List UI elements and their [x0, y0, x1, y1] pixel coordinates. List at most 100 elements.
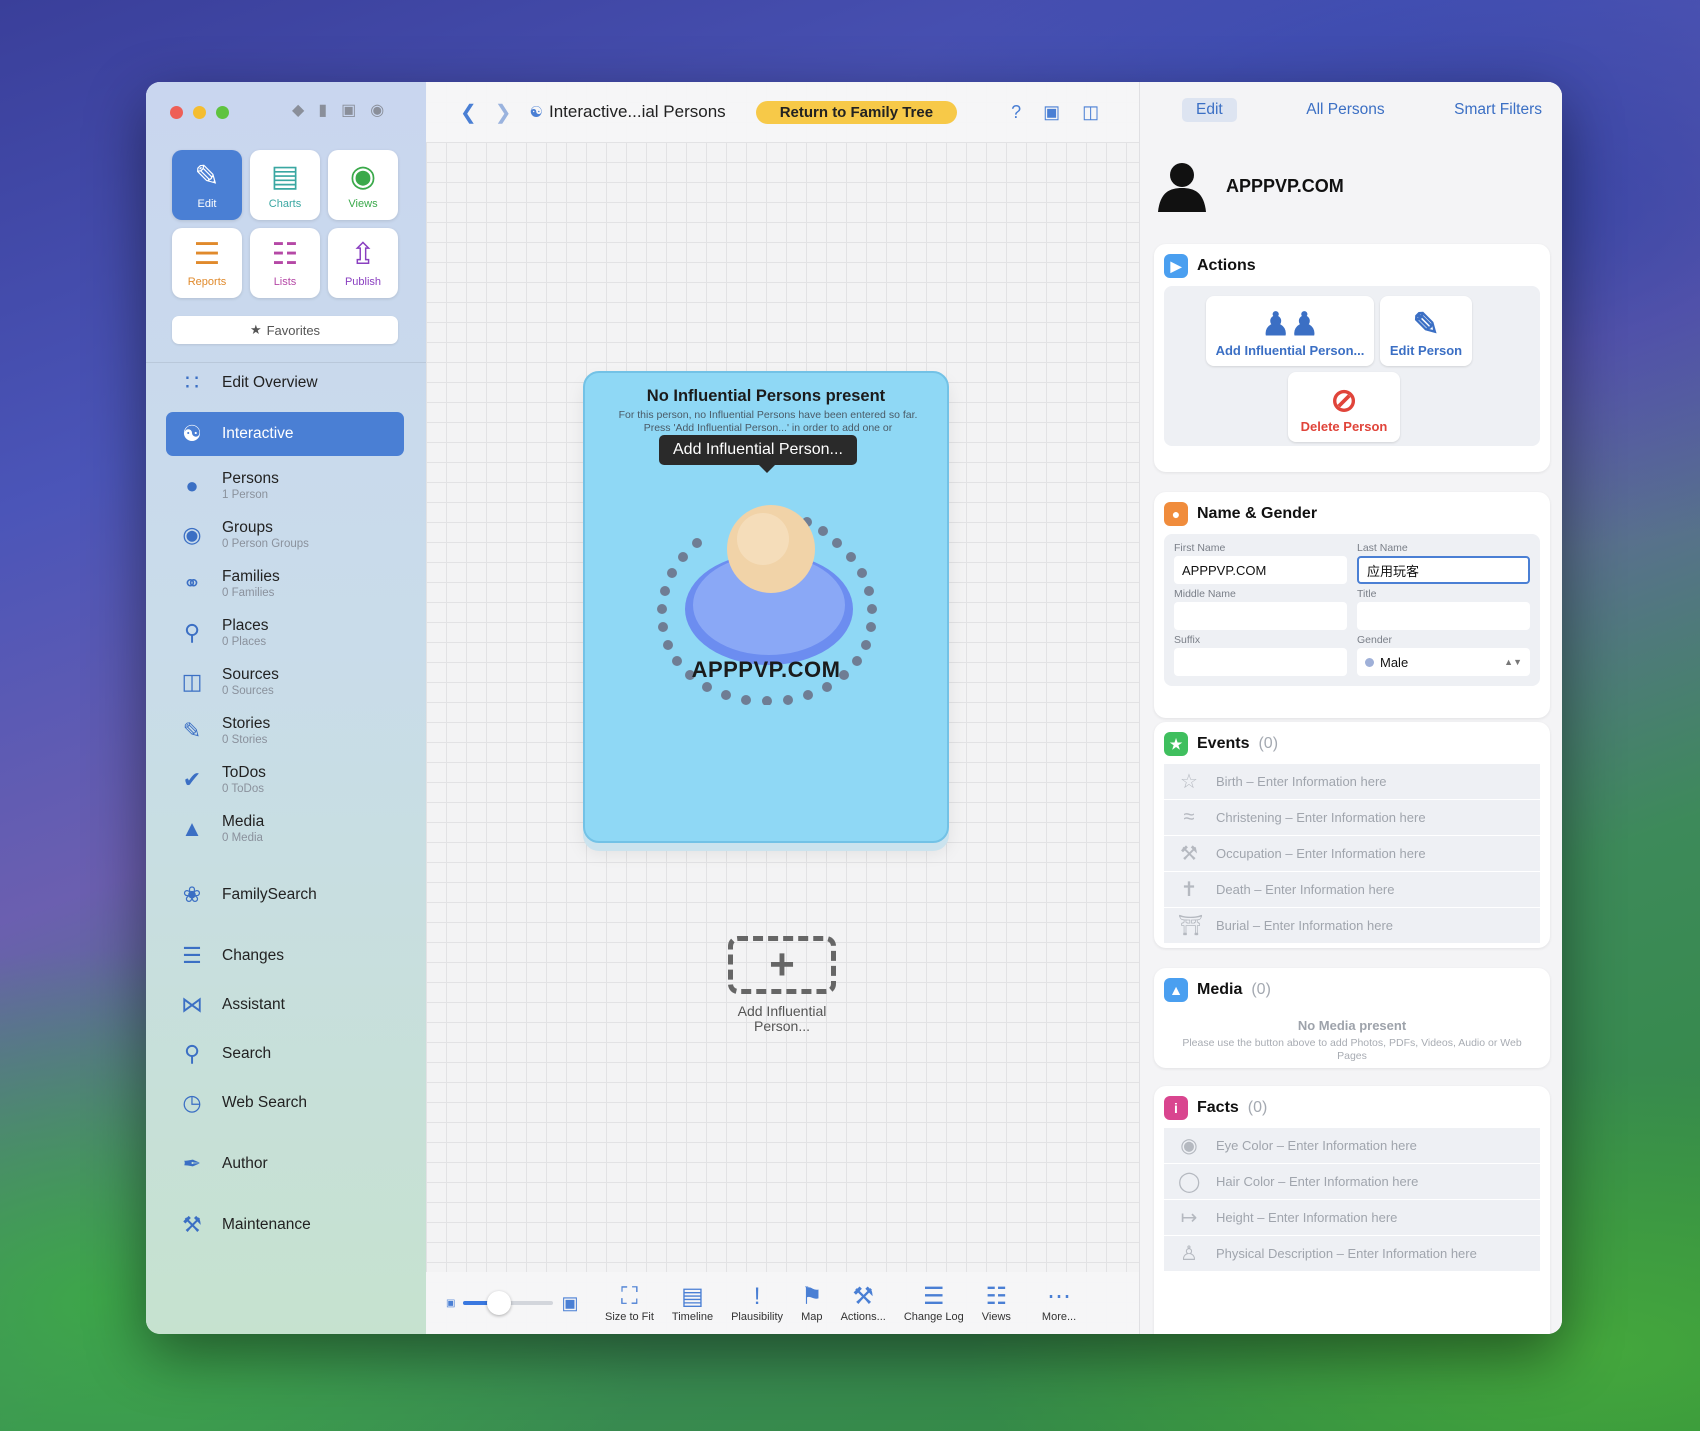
minimize-button[interactable] — [193, 106, 206, 119]
tile-charts[interactable]: ▤ Charts — [250, 150, 320, 220]
sidebar-item-label: Stories — [222, 715, 271, 732]
tile-reports[interactable]: ☰ Reports — [172, 228, 242, 298]
add-influential-person-button[interactable]: + Add Influential Person... — [722, 936, 842, 1034]
sidebar-item-label: Families — [222, 568, 280, 585]
first-name-input[interactable]: APPPVP.COM — [1174, 556, 1347, 584]
eye-icon: ◉ — [1180, 1135, 1198, 1157]
car-icon[interactable]: ▣ — [341, 100, 356, 120]
zoom-slider-knob[interactable] — [487, 1291, 512, 1315]
sidebar-item-families[interactable]: ⚭ Families 0 Families — [166, 568, 404, 599]
function-tiles: ✎ Edit ▤ Charts ◉ Views ☰ Reports ☷ List… — [172, 150, 398, 298]
tile-label: Lists — [273, 276, 297, 288]
gender-select[interactable]: Male ▲▼ — [1357, 648, 1530, 676]
sidebar-item-changes[interactable]: ☰ Changes — [166, 943, 404, 969]
suffix-input[interactable] — [1174, 648, 1347, 676]
close-button[interactable] — [170, 106, 183, 119]
sidebar-item-maintenance[interactable]: ⚒ Maintenance — [166, 1212, 404, 1238]
favorites-button[interactable]: ★ Favorites — [172, 316, 398, 344]
tab-smart-filters[interactable]: Smart Filters — [1454, 98, 1542, 122]
fact-row-physical-description[interactable]: ♙ Physical Description – Enter Informatio… — [1164, 1236, 1540, 1272]
add-influential-person-action[interactable]: ♟♟ Add Influential Person... — [1206, 296, 1374, 366]
window-icon[interactable]: ▣ — [1043, 102, 1060, 123]
event-label: Christening – Enter Information here — [1216, 810, 1426, 825]
tile-views[interactable]: ◉ Views — [328, 150, 398, 220]
actions-button[interactable]: ⚒ Actions... — [841, 1283, 886, 1323]
sidebar-item-familysearch[interactable]: ❀ FamilySearch — [166, 882, 404, 908]
pencil-icon: ✎ — [1412, 305, 1440, 342]
plausibility-button[interactable]: ! Plausibility — [731, 1283, 783, 1323]
edit-person-action[interactable]: ✎ Edit Person — [1380, 296, 1472, 366]
panel-title: Actions — [1197, 257, 1256, 274]
tab-edit[interactable]: Edit — [1182, 98, 1237, 122]
map-button[interactable]: ⚑ Map — [801, 1283, 823, 1323]
event-row-occupation[interactable]: ⚒ Occupation – Enter Information here — [1164, 836, 1540, 872]
event-label: Death – Enter Information here — [1216, 882, 1395, 897]
views-button[interactable]: ☷ Views — [982, 1283, 1011, 1323]
more-button[interactable]: ⋯ More... — [1042, 1283, 1076, 1323]
return-to-family-tree-button[interactable]: Return to Family Tree — [755, 100, 958, 124]
event-row-burial[interactable]: ⛩ Burial – Enter Information here — [1164, 908, 1540, 944]
hammer-icon: ⚒ — [852, 1283, 874, 1310]
title-input[interactable] — [1357, 602, 1530, 630]
tab-all-persons[interactable]: All Persons — [1306, 98, 1384, 122]
sidebar-item-todos[interactable]: ✔ ToDos 0 ToDos — [166, 764, 404, 795]
sidebar-item-places[interactable]: ⚲ Places 0 Places — [166, 617, 404, 648]
tile-lists[interactable]: ☷ Lists — [250, 228, 320, 298]
sidebar-item-interactive[interactable]: ☯ Interactive — [166, 412, 404, 456]
name-gender-header: ● Name & Gender — [1154, 492, 1550, 534]
tile-publish[interactable]: ⇫ Publish — [328, 228, 398, 298]
event-row-birth[interactable]: ☆ Birth – Enter Information here — [1164, 764, 1540, 800]
zoom-slider[interactable] — [463, 1291, 554, 1315]
timeline-button[interactable]: ▤ Timeline — [672, 1283, 713, 1323]
updown-chevron-icon: ▲▼ — [1504, 657, 1522, 667]
height-icon: ↦ — [1180, 1207, 1198, 1229]
fact-row-height[interactable]: ↦ Height – Enter Information here — [1164, 1200, 1540, 1236]
tag-icon[interactable]: ◆ — [292, 100, 304, 120]
sidebar-item-author[interactable]: ✒ Author — [166, 1151, 404, 1177]
person-card[interactable]: No Influential Persons present For this … — [583, 371, 949, 843]
sidebar-item-search[interactable]: ⚲ Search — [166, 1041, 404, 1067]
size-to-fit-button[interactable]: ⛶ Size to Fit — [605, 1283, 654, 1323]
maintenance-icon: ⚒ — [182, 1212, 202, 1237]
favorites-label: Favorites — [266, 322, 321, 338]
field-label: Last Name — [1357, 542, 1408, 554]
back-chevron-icon[interactable]: ❮ — [460, 100, 477, 125]
tile-edit[interactable]: ✎ Edit — [172, 150, 242, 220]
zoom-button[interactable] — [216, 106, 229, 119]
media-empty-description: Please use the button above to add Photo… — [1182, 1037, 1522, 1062]
bookmark-icon[interactable]: ▮ — [318, 100, 327, 120]
interactive-canvas[interactable]: ❮ ❯ ☯ Interactive...ial Persons Return t… — [426, 82, 1139, 1334]
events-header: ★ Events (0) — [1154, 722, 1550, 764]
ellipsis-icon: ⋯ — [1047, 1283, 1072, 1310]
sidebar-item-web-search[interactable]: ◷ Web Search — [166, 1090, 404, 1116]
globe-icon[interactable]: ◉ — [370, 100, 384, 120]
sidebar-item-persons[interactable]: ● Persons 1 Person — [166, 470, 404, 501]
sidebar-item-label: Groups — [222, 519, 273, 536]
forward-chevron-icon[interactable]: ❯ — [495, 100, 512, 125]
plus-icon: + — [728, 936, 836, 994]
split-view-icon[interactable]: ◫ — [1082, 102, 1099, 123]
sidebar-item-assistant[interactable]: ⋈ Assistant — [166, 992, 404, 1018]
field-label: Gender — [1357, 634, 1393, 646]
change-log-button[interactable]: ☰ Change Log — [904, 1283, 964, 1323]
sidebar-item-sources[interactable]: ◫ Sources 0 Sources — [166, 666, 404, 697]
sidebar-item-groups[interactable]: ◉ Groups 0 Person Groups — [166, 519, 404, 550]
middle-name-input[interactable] — [1174, 602, 1347, 630]
event-row-christening[interactable]: ≈ Christening – Enter Information here — [1164, 800, 1540, 836]
zoom-out-icon[interactable]: ▣ — [446, 1298, 455, 1309]
help-icon[interactable]: ? — [1011, 102, 1021, 123]
delete-person-action[interactable]: ⊘ Delete Person — [1288, 372, 1400, 442]
zoom-in-icon[interactable]: ▣ — [561, 1293, 578, 1314]
sidebar-item-label: Places — [222, 617, 269, 634]
sidebar-item-label: Edit Overview — [222, 374, 318, 391]
fact-label: Height – Enter Information here — [1216, 1210, 1398, 1225]
toolbar-label: Map — [801, 1311, 823, 1323]
fact-row-hair-color[interactable]: ◯ Hair Color – Enter Information here — [1164, 1164, 1540, 1200]
event-row-death[interactable]: ✝ Death – Enter Information here — [1164, 872, 1540, 908]
sidebar-item-stories[interactable]: ✎ Stories 0 Stories — [166, 715, 404, 746]
canvas-bottom-toolbar: ▣ ▣ ⛶ Size to Fit ▤ Timeline ! Plausibility… — [426, 1272, 1139, 1334]
last-name-input[interactable]: 应用玩客 — [1357, 556, 1530, 584]
sidebar-item-media[interactable]: ▲ Media 0 Media — [166, 813, 404, 844]
fact-row-eye-color[interactable]: ◉ Eye Color – Enter Information here — [1164, 1128, 1540, 1164]
sidebar-item-edit-overview[interactable]: ∷ Edit Overview — [166, 362, 404, 404]
